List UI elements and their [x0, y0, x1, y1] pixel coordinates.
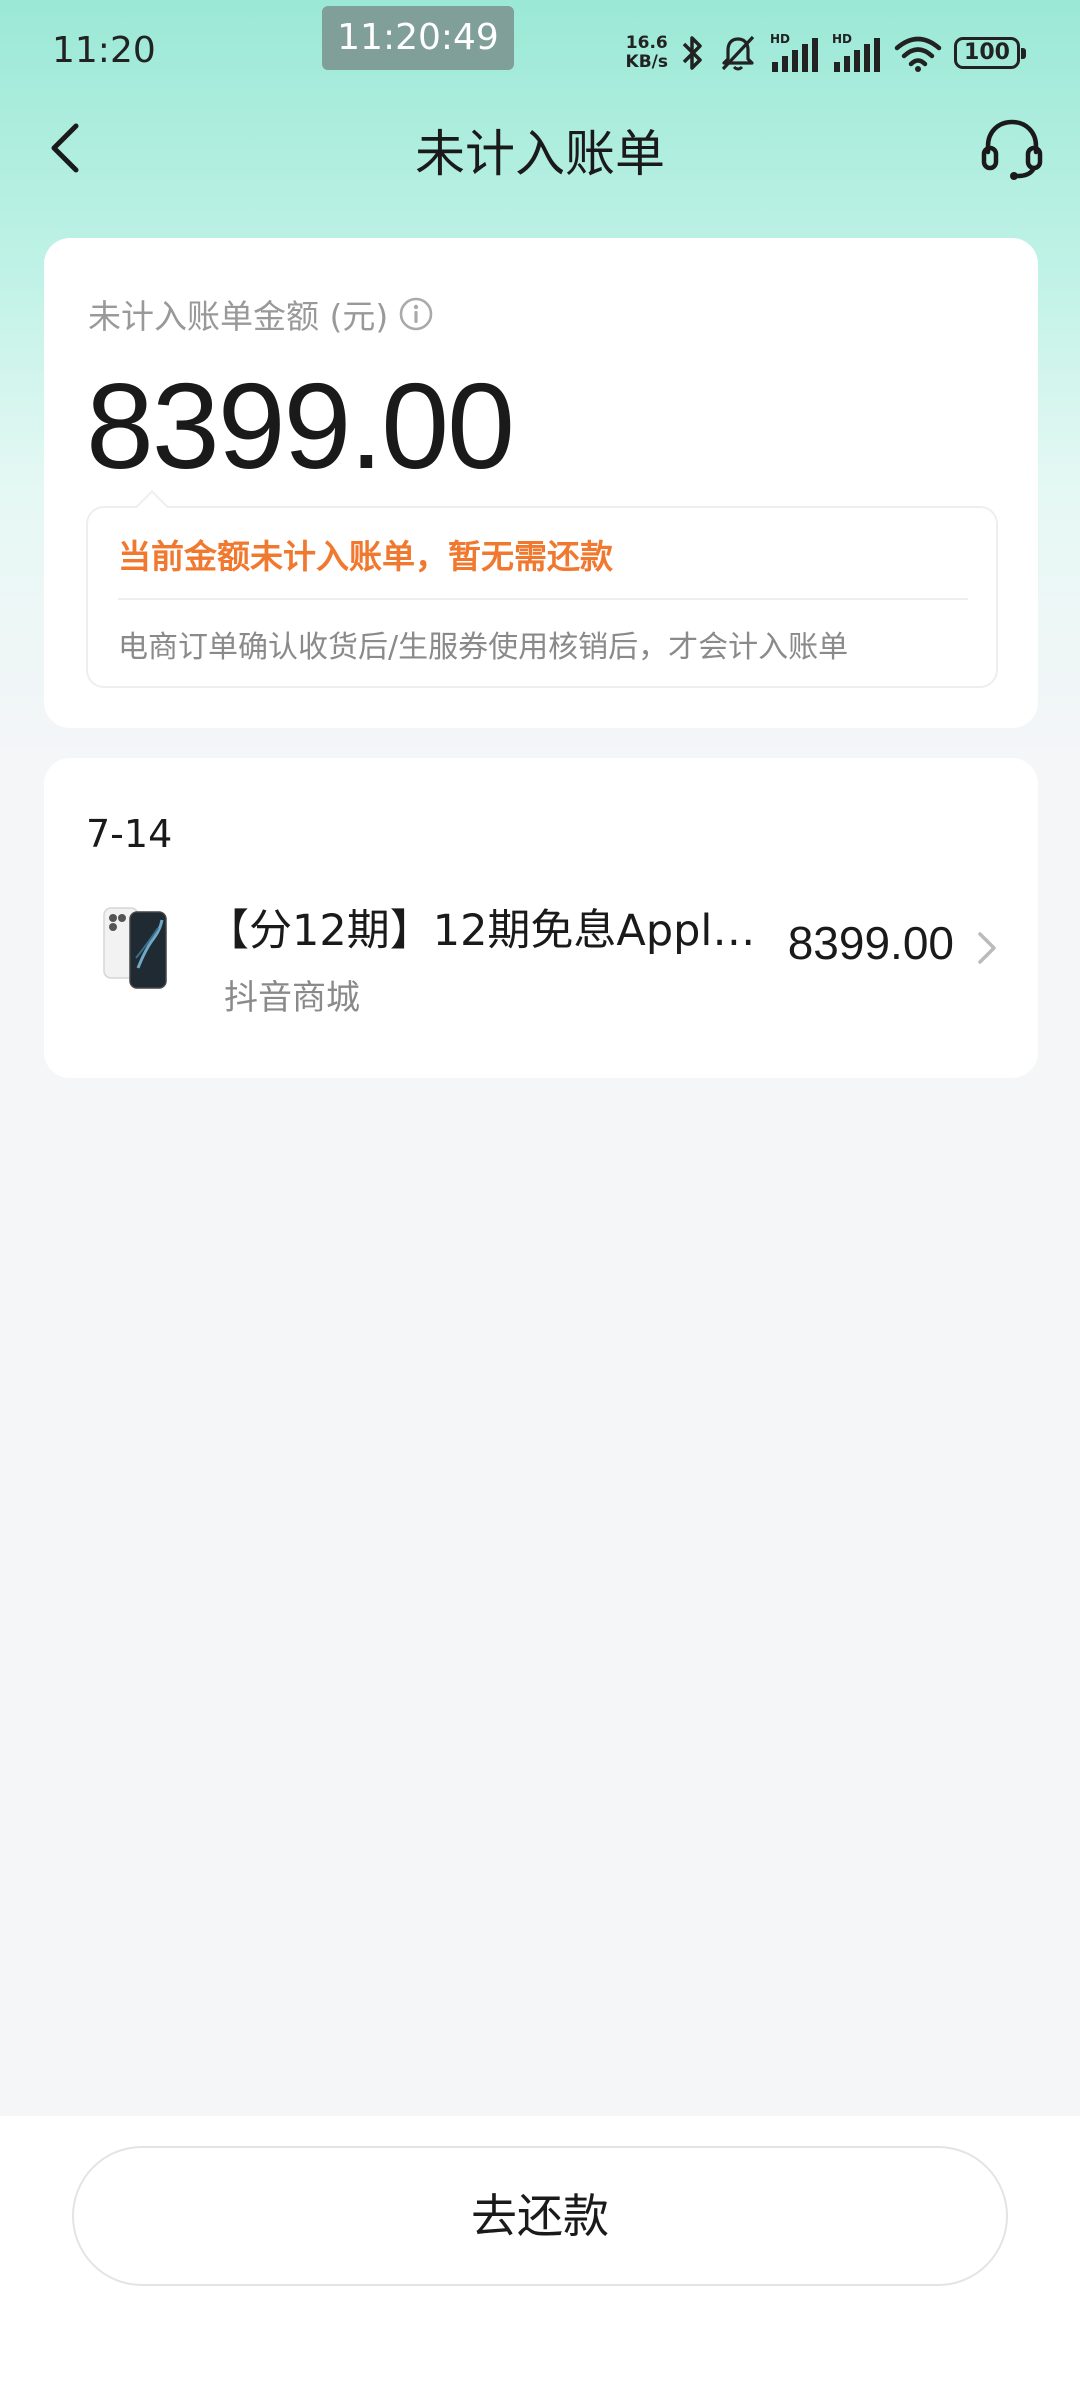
status-time: 11:20 [52, 30, 156, 71]
order-list-card: 7-14 【分12期】12期免息Apple iPhone 抖音商城 8399.0… [44, 758, 1038, 1078]
order-amount: 8399.00 [787, 917, 954, 969]
hd-signal-icon: HD [770, 32, 818, 72]
net-speed-value: 16.6 [625, 33, 668, 53]
phone-product-icon [88, 898, 188, 998]
net-speed-unit: KB/s [625, 52, 668, 72]
nav-bar: 未计入账单 [0, 100, 1080, 196]
unbilled-summary-card: 未计入账单金额 (元) 8399.00 当前金额未计入账单，暂无需还款 电商订单… [44, 238, 1038, 728]
bottom-bar: 去还款 [0, 2116, 1080, 2400]
hd-signal-icon: HD [832, 32, 880, 72]
page-title: 未计入账单 [415, 125, 665, 183]
headset-icon[interactable] [978, 114, 1046, 182]
unbilled-amount-label: 未计入账单金额 (元) [88, 297, 389, 336]
chevron-right-icon [978, 932, 996, 964]
net-speed: 16.6 KB/s [626, 34, 668, 72]
bluetooth-icon [682, 36, 702, 70]
notice-box: 当前金额未计入账单，暂无需还款 电商订单确认收货后/生服券使用核销后，才会计入账… [86, 490, 998, 688]
repay-button[interactable]: 去还款 [72, 2146, 1008, 2286]
battery-icon: 100 [954, 37, 1026, 69]
notice-divider [118, 598, 968, 600]
notice-title: 当前金额未计入账单，暂无需还款 [118, 537, 613, 576]
info-icon[interactable] [398, 296, 434, 332]
mute-bell-icon [721, 35, 755, 71]
status-icons: 16.6 KB/s HD HD 100 [626, 28, 1026, 78]
order-shop: 抖音商城 [224, 978, 360, 1018]
order-item[interactable]: 【分12期】12期免息Apple iPhone 抖音商城 8399.00 [44, 886, 1038, 1036]
unbilled-amount: 8399.00 [86, 358, 515, 494]
status-bar: 11:20 11:20:49 16.6 KB/s HD HD 100 [0, 0, 1080, 100]
wifi-icon [894, 36, 942, 72]
screen-record-timer: 11:20:49 [322, 6, 514, 70]
unbilled-amount-label-row: 未计入账单金额 (元) [88, 290, 434, 338]
svg-text:HD: HD [832, 32, 852, 46]
order-title: 【分12期】12期免息Apple iPhone [206, 906, 766, 956]
page: 11:20 11:20:49 16.6 KB/s HD HD 100 未计入账单… [0, 0, 1080, 2400]
order-date: 7-14 [86, 812, 173, 856]
svg-text:HD: HD [770, 32, 790, 46]
notice-description: 电商订单确认收货后/生服券使用核销后，才会计入账单 [118, 630, 849, 665]
